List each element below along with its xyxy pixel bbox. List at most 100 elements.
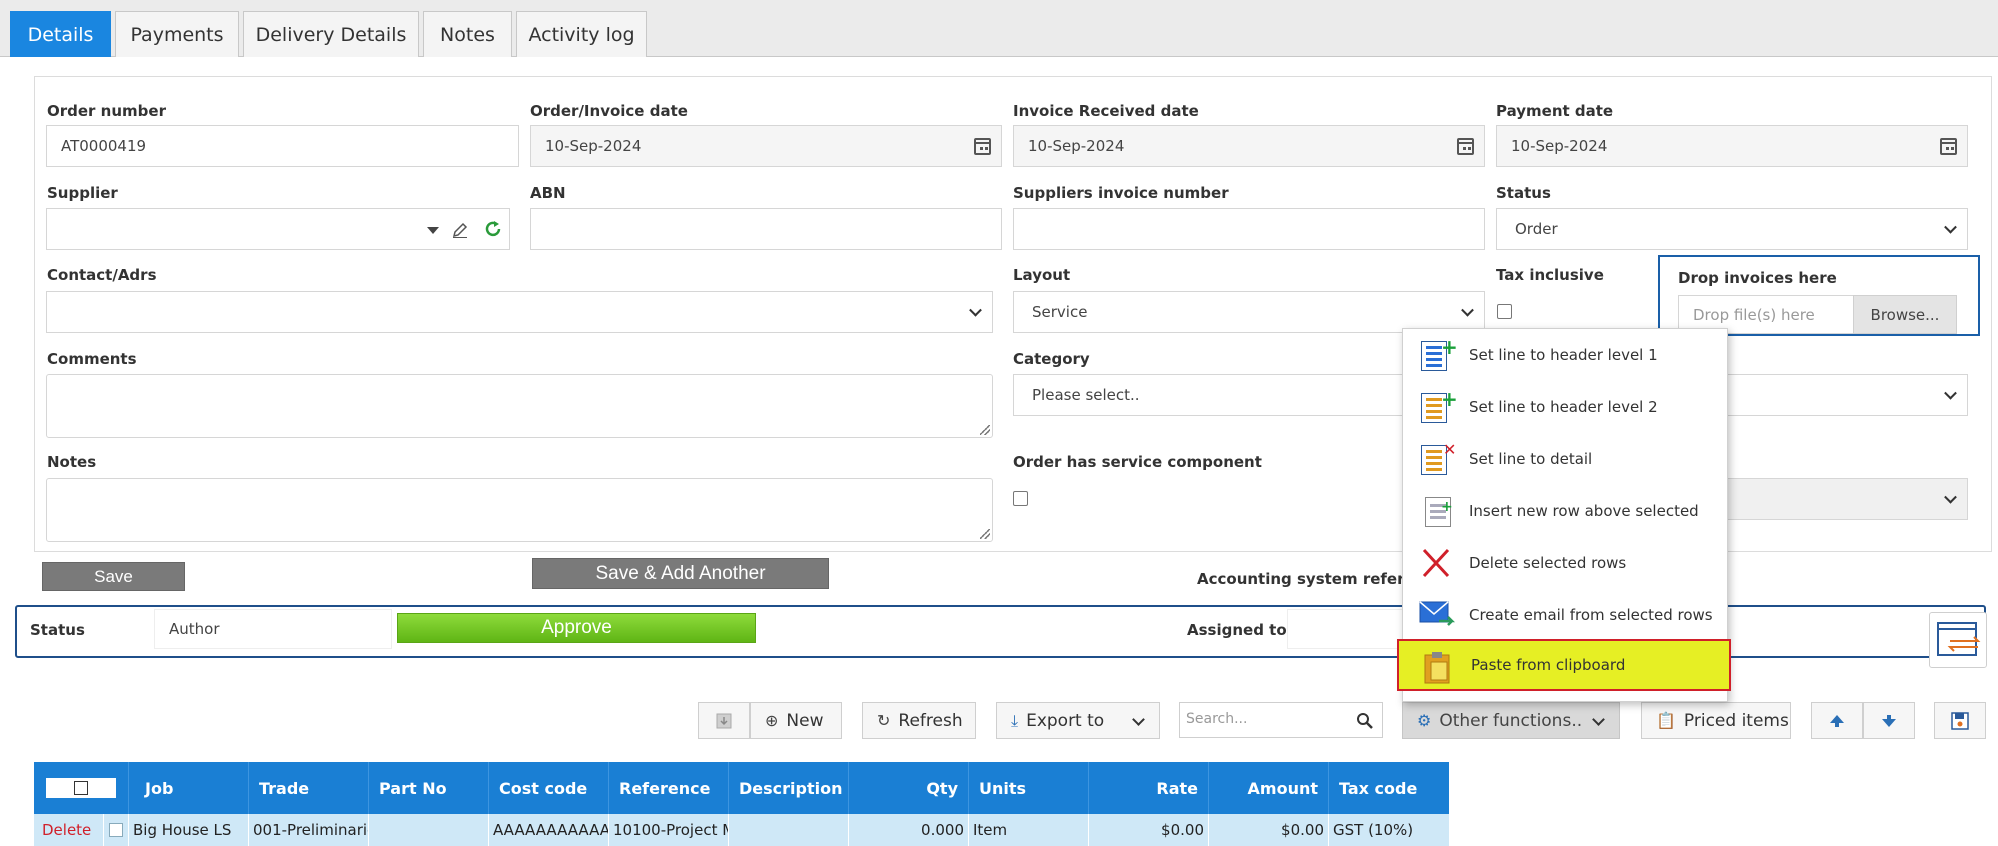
tab-notes[interactable]: Notes [423,11,512,57]
col-header-tax-code[interactable]: Tax code [1329,762,1449,814]
delete-row-link[interactable]: Delete [34,814,104,846]
tab-delivery-details[interactable]: Delivery Details [243,11,419,57]
browse-button[interactable]: Browse... [1853,295,1957,334]
save-layout-button[interactable] [1934,702,1986,739]
calendar-icon[interactable] [1940,138,1957,155]
select-all-checkbox-wrap[interactable] [46,778,116,798]
category-label: Category [1013,350,1090,368]
comments-textarea[interactable] [46,374,993,438]
menu-item-set-detail[interactable]: ✕ Set line to detail [1403,433,1729,485]
calendar-icon[interactable] [1457,138,1474,155]
category-value: Please select.. [1032,386,1140,404]
menu-item-insert-row[interactable]: + Insert new row above selected [1403,485,1729,537]
table-row[interactable]: Delete Big House LS 001-Preliminaries AA… [34,814,1449,846]
contact-select[interactable] [46,291,993,333]
move-down-button[interactable] [1863,702,1915,739]
chevron-down-icon [1592,713,1605,726]
payment-date-field[interactable]: 10-Sep-2024 [1496,125,1968,167]
cell-cost-code[interactable]: AAAAAAAAAAAA [489,814,609,846]
export-to-button[interactable]: ⤓ Export to [996,702,1160,739]
save-button[interactable]: Save [42,562,185,591]
save-add-another-button[interactable]: Save & Add Another [532,558,829,589]
layout-value: Service [1032,303,1088,321]
chevron-down-icon [1944,490,1957,504]
sidebar-toggle-button[interactable] [1929,612,1987,668]
col-header-cost-code[interactable]: Cost code [489,762,609,814]
menu-item-label: Paste from clipboard [1471,656,1626,674]
invoice-received-date-label: Invoice Received date [1013,102,1199,120]
order-invoice-date-field[interactable]: 10-Sep-2024 [530,125,1002,167]
delete-x-icon [1419,547,1455,579]
search-icon[interactable] [1356,712,1374,730]
service-component-checkbox[interactable] [1013,491,1028,506]
cell-units[interactable]: Item [969,814,1089,846]
suppliers-invoice-number-field[interactable] [1013,208,1485,250]
tax-inclusive-checkbox[interactable] [1497,304,1512,319]
arrow-down-icon [1882,714,1896,727]
cell-tax-code[interactable]: GST (10%) [1329,814,1449,846]
order-number-field[interactable]: AT0000419 [46,125,519,167]
order-number-value: AT0000419 [61,137,147,155]
tab-details[interactable]: Details [10,11,111,57]
move-up-button[interactable] [1811,702,1863,739]
cell-amount[interactable]: $0.00 [1209,814,1329,846]
menu-item-label: Insert new row above selected [1469,502,1699,520]
col-header-job[interactable]: Job [129,762,249,814]
col-header-description[interactable]: Description [729,762,849,814]
arrow-up-icon [1830,714,1844,727]
invoice-received-date-field[interactable]: 10-Sep-2024 [1013,125,1485,167]
cell-rate[interactable]: $0.00 [1089,814,1209,846]
cell-qty[interactable]: 0.000 [849,814,969,846]
disabled-select[interactable] [1710,478,1968,520]
author-value: Author [169,620,220,638]
menu-item-header-level-2[interactable]: + Set line to header level 2 [1403,381,1729,433]
resize-handle-icon[interactable] [980,425,990,435]
other-functions-menu: + Set line to header level 1 + Set line … [1397,328,1731,702]
layout-select[interactable]: Service [1013,291,1485,333]
priced-items-button[interactable]: 📋 Priced items [1641,702,1791,739]
col-header-rate[interactable]: Rate [1089,762,1209,814]
dropdown-arrow-icon[interactable] [427,227,439,234]
col-header-amount[interactable]: Amount [1209,762,1329,814]
search-input[interactable]: Search... [1179,702,1383,738]
refresh-button[interactable]: ↻ Refresh [862,702,976,739]
author-field[interactable]: Author [154,609,392,649]
resize-handle-icon[interactable] [980,529,990,539]
calendar-icon[interactable] [974,138,991,155]
menu-item-delete-rows[interactable]: Delete selected rows [1403,537,1729,589]
tab-payments[interactable]: Payments [115,11,239,57]
search-placeholder: Search... [1186,711,1248,727]
col-header-qty[interactable]: Qty [849,762,969,814]
menu-item-create-email[interactable]: Create email from selected rows [1403,589,1729,641]
col-header-trade[interactable]: Trade [249,762,369,814]
cell-job[interactable]: Big House LS [129,814,249,846]
select-all-checkbox[interactable] [74,781,88,795]
tab-activity-log[interactable]: Activity log [516,11,647,57]
col-header-units[interactable]: Units [969,762,1089,814]
refresh-icon[interactable] [484,220,502,238]
approve-button[interactable]: Approve [397,613,756,643]
menu-item-header-level-1[interactable]: + Set line to header level 1 [1403,329,1729,381]
cell-reference[interactable]: 10100-Project Ma [609,814,729,846]
export-grid-button[interactable] [698,702,750,739]
status-select[interactable]: Order [1496,208,1968,250]
refresh-label: Refresh [898,710,963,731]
other-functions-button[interactable]: ⚙ Other functions.. [1402,702,1620,739]
abn-field[interactable] [530,208,1002,250]
notes-textarea[interactable] [46,478,993,542]
menu-item-label: Set line to header level 1 [1469,346,1658,364]
menu-item-label: Set line to detail [1469,450,1593,468]
supplier-combobox[interactable] [46,208,510,250]
set-detail-icon: ✕ [1419,440,1456,475]
select-all-cell [34,762,129,814]
cell-trade[interactable]: 001-Preliminaries [249,814,369,846]
col-header-reference[interactable]: Reference [609,762,729,814]
col-header-part-no[interactable]: Part No [369,762,489,814]
menu-item-paste-clipboard[interactable]: Paste from clipboard [1397,639,1731,691]
menu-item-label: Delete selected rows [1469,554,1627,572]
row-checkbox[interactable] [109,823,123,837]
new-button[interactable]: ⊕ New [750,702,842,739]
cell-description[interactable] [729,814,849,846]
edit-pencil-icon[interactable] [451,221,469,239]
cell-part-no[interactable] [369,814,489,846]
